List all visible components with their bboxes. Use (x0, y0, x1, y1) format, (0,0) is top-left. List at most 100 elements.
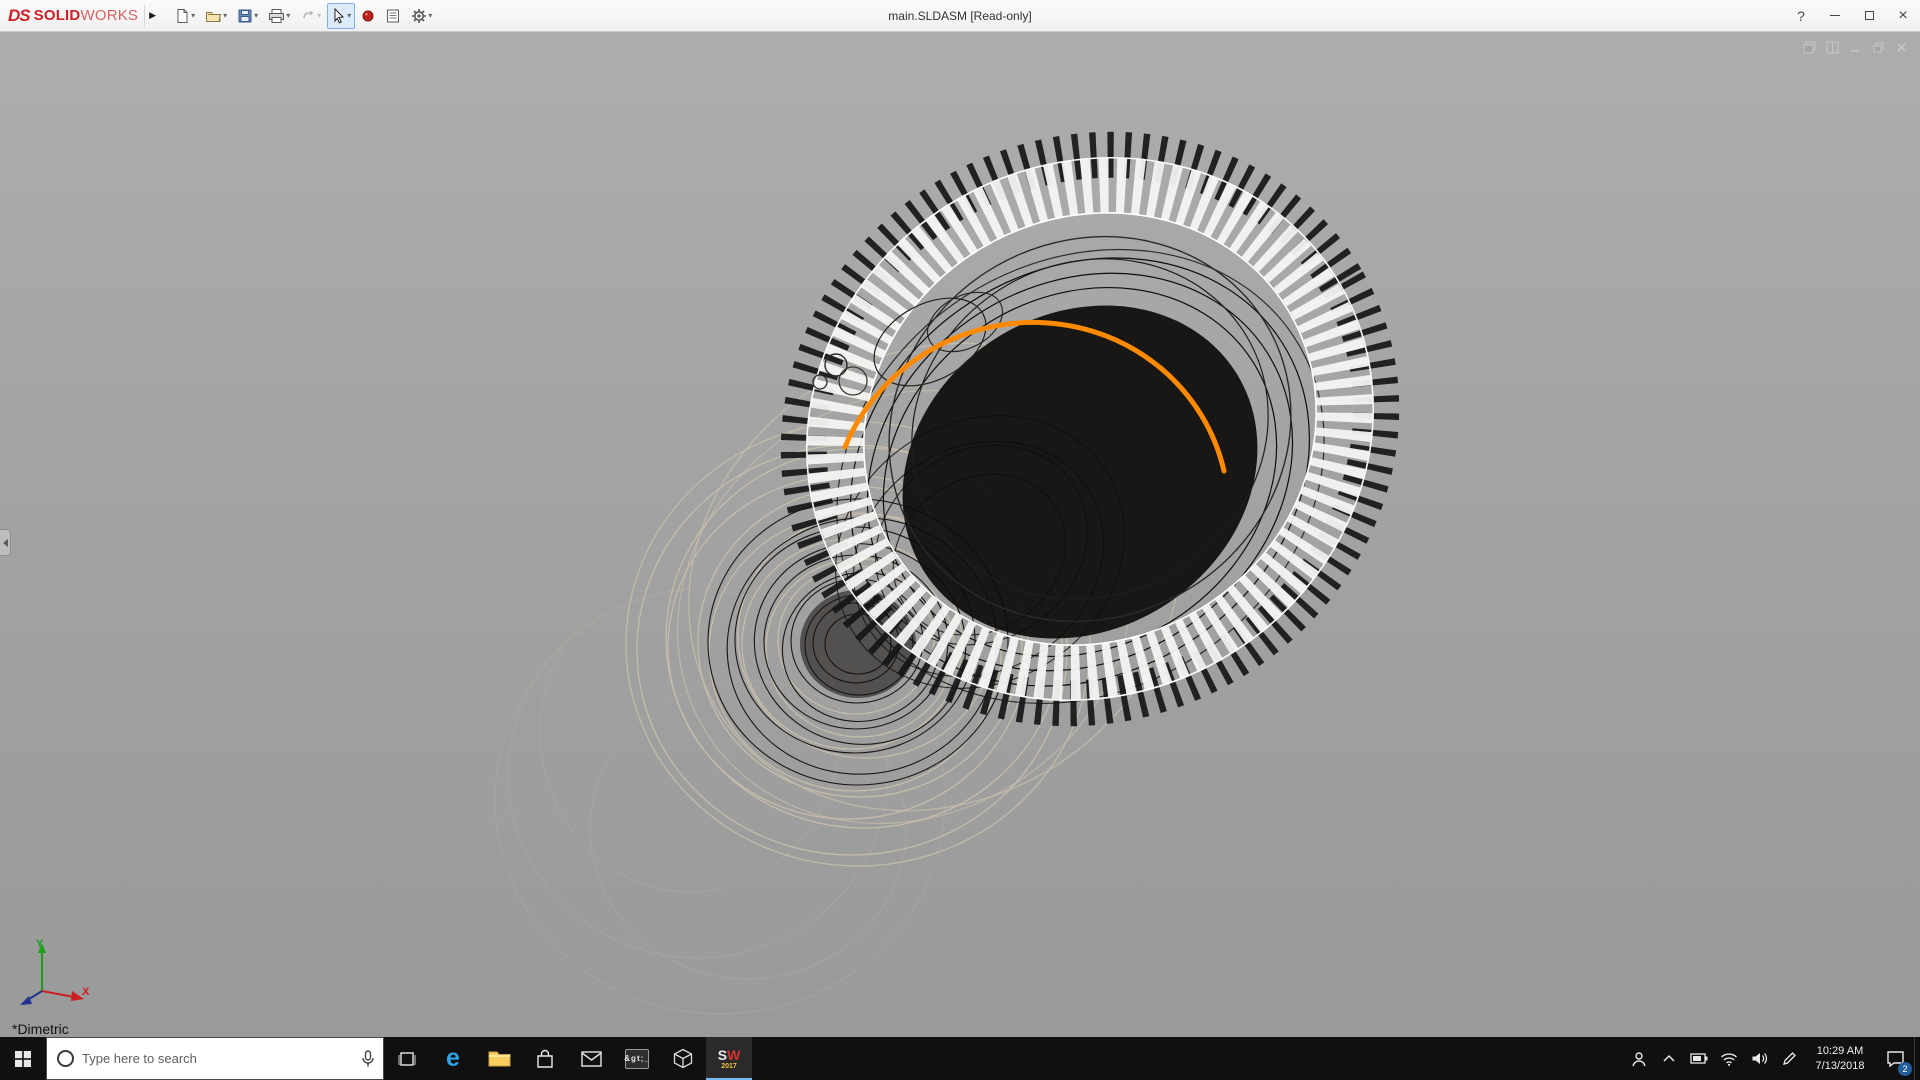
ds-logo-icon: DS (8, 5, 31, 25)
command-prompt-button[interactable]: &gt;_ (614, 1037, 660, 1080)
options-caret-icon: ▾ (428, 10, 433, 20)
solidworks-app-icon: SW 2017 (718, 1048, 741, 1070)
sw-year-badge: 2017 (721, 1062, 737, 1070)
red-sphere-icon (361, 9, 375, 23)
undo-button[interactable]: ▾ (296, 3, 325, 29)
taskbar-search-box[interactable] (46, 1037, 384, 1080)
folder-icon (488, 1051, 510, 1067)
help-button[interactable]: ? (1784, 0, 1818, 31)
save-icon (237, 8, 253, 24)
mail-icon (580, 1050, 602, 1067)
doc-minimize-icon[interactable] (1848, 40, 1862, 54)
store-button[interactable] (522, 1037, 568, 1080)
window-title: main.SLDASM [Read-only] (888, 8, 1032, 23)
doc-tile-icon[interactable] (1825, 40, 1839, 54)
wifi-icon (1721, 1052, 1737, 1066)
windows-taskbar: e &gt;_ SW 2017 (0, 1037, 1920, 1080)
edge-button[interactable]: e (430, 1037, 476, 1080)
brand-solid-text: SOLID (33, 6, 81, 24)
doc-close-icon[interactable] (1894, 40, 1908, 54)
axis-y-label: Y (36, 938, 44, 950)
volume-button[interactable] (1744, 1037, 1774, 1080)
sw-letter-w: W (727, 1046, 741, 1063)
mail-button[interactable] (568, 1037, 614, 1080)
network-button[interactable] (1714, 1037, 1744, 1080)
notification-badge: 2 (1898, 1062, 1912, 1076)
microphone-icon[interactable] (361, 1049, 375, 1068)
xpress-red-sphere-button[interactable] (357, 3, 379, 29)
task-view-icon (398, 1051, 416, 1066)
people-icon (1632, 1051, 1646, 1066)
cube-icon (673, 1048, 693, 1069)
restore-button[interactable] (1852, 0, 1886, 31)
print-icon (268, 8, 285, 24)
design-library-button[interactable] (381, 3, 405, 29)
save-caret-icon: ▾ (254, 10, 259, 20)
select-button[interactable]: ▾ (327, 2, 356, 29)
minimize-icon (1830, 15, 1840, 16)
select-cursor-icon (331, 7, 346, 24)
clock[interactable]: 10:29 AM 7/13/2018 (1804, 1037, 1876, 1080)
windows-logo-icon (15, 1050, 31, 1067)
speaker-icon (1752, 1053, 1767, 1064)
file-explorer-button[interactable] (476, 1037, 522, 1080)
action-center-button[interactable]: 2 (1876, 1037, 1914, 1080)
system-tray: 10:29 AM 7/13/2018 2 (1624, 1037, 1920, 1080)
viewer-3d-button[interactable] (660, 1037, 706, 1080)
document-window-controls (1802, 40, 1908, 54)
show-desktop-button[interactable] (1914, 1037, 1920, 1080)
undo-caret-icon: ▾ (317, 10, 322, 20)
close-icon: × (1898, 6, 1908, 24)
open-button[interactable]: ▾ (201, 3, 231, 29)
undo-icon (300, 8, 316, 24)
print-button[interactable]: ▾ (264, 3, 294, 29)
window-controls: ? × (1784, 0, 1920, 31)
battery-button[interactable] (1684, 1037, 1714, 1080)
select-caret-icon: ▾ (347, 10, 352, 20)
store-bag-icon (537, 1049, 553, 1068)
pen-icon (1782, 1052, 1796, 1065)
search-input[interactable] (82, 1051, 353, 1066)
clock-date: 7/13/2018 (1815, 1059, 1865, 1072)
reference-triad: Y X (20, 938, 90, 1005)
open-icon (205, 8, 222, 24)
doc-restore-icon[interactable] (1871, 40, 1885, 54)
solidworks-logo: DS SOLIDWORKS (0, 6, 144, 26)
solidworks-app-button[interactable]: SW 2017 (706, 1037, 752, 1080)
view-orientation-label: *Dimetric (12, 1021, 69, 1037)
chevron-up-icon (1663, 1054, 1675, 1062)
featuremanager-collapse-handle[interactable] (0, 529, 11, 556)
close-button[interactable]: × (1886, 0, 1920, 31)
toolbar-flyout-button[interactable]: ▶ (144, 4, 160, 27)
hidden-icons-button[interactable] (1654, 1037, 1684, 1080)
design-library-icon (385, 8, 401, 24)
pen-button[interactable] (1774, 1037, 1804, 1080)
engine-model[interactable] (0, 32, 1920, 1037)
new-document-icon (174, 8, 190, 24)
titlebar: DS SOLIDWORKS ▶ ▾ ▾ ▾ ▾ ▾ ▾ ▾ main.SLDAS… (0, 0, 1920, 32)
open-caret-icon: ▾ (223, 10, 228, 20)
cortana-icon[interactable] (57, 1050, 74, 1067)
options-button[interactable]: ▾ (407, 3, 436, 29)
edge-icon: e (446, 1044, 460, 1072)
main-toolbar: ▾ ▾ ▾ ▾ ▾ ▾ ▾ (170, 2, 436, 29)
battery-icon (1690, 1053, 1708, 1064)
gear-icon (411, 8, 427, 24)
sw-letter-s: S (717, 1046, 728, 1063)
print-caret-icon: ▾ (286, 10, 291, 20)
people-button[interactable] (1624, 1037, 1654, 1080)
doc-cascade-icon[interactable] (1802, 40, 1816, 54)
save-button[interactable]: ▾ (233, 3, 262, 29)
minimize-button[interactable] (1818, 0, 1852, 31)
task-view-button[interactable] (384, 1037, 430, 1080)
new-document-caret-icon: ▾ (191, 10, 196, 20)
chevron-left-icon (2, 538, 8, 547)
graphics-viewport[interactable]: Y X *Dimetric (0, 32, 1920, 1037)
start-button[interactable] (0, 1037, 46, 1080)
brand-works-text: WORKS (80, 6, 139, 24)
new-document-button[interactable]: ▾ (170, 3, 199, 29)
clock-time: 10:29 AM (1816, 1044, 1864, 1057)
restore-icon (1864, 11, 1874, 20)
axis-x-label: X (82, 986, 90, 998)
command-prompt-icon: &gt;_ (624, 1048, 649, 1069)
